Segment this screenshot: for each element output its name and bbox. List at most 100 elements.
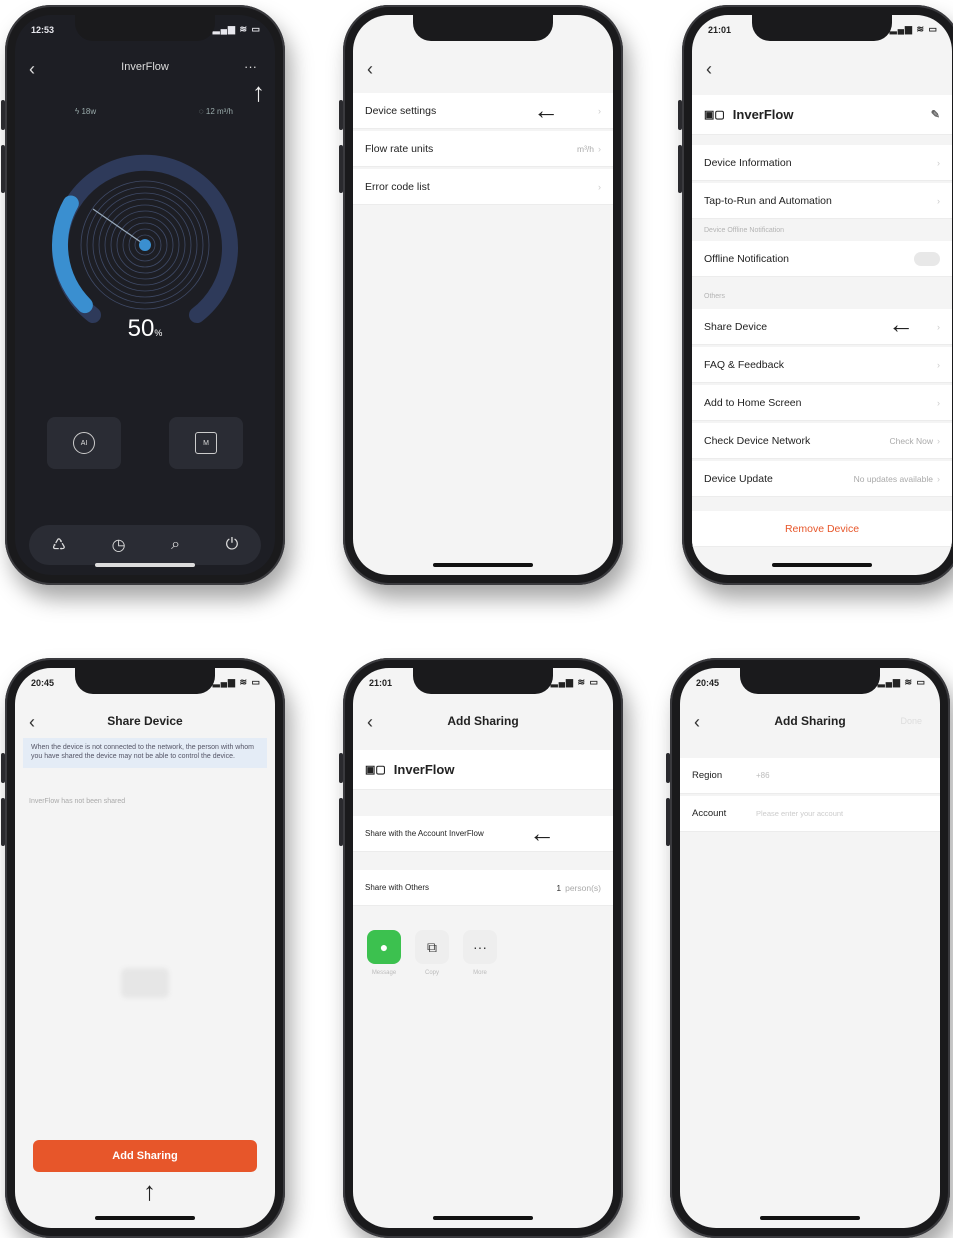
share-others-label: Share with Others bbox=[365, 883, 430, 892]
device-icon: ▣▢ bbox=[704, 109, 725, 121]
section-header: Device Offline Notification bbox=[704, 227, 785, 234]
menu-device-update[interactable]: Device Update No updates available › bbox=[692, 461, 952, 497]
recycle-icon[interactable]: ♺ bbox=[52, 535, 66, 555]
add-sharing-button[interactable]: Add Sharing bbox=[33, 1140, 257, 1172]
left-arrow-icon: ← bbox=[888, 309, 914, 339]
menu-add-home[interactable]: Add to Home Screen › bbox=[692, 385, 952, 421]
home-indicator bbox=[95, 563, 195, 567]
flow-icon: ◌ bbox=[198, 107, 206, 116]
phone-3: 21:01 ▂▄▆ ≋ ▭ ‹ ▣▢ InverFlow ✎ Device Infor… bbox=[678, 5, 953, 585]
gauge-fill bbox=[52, 195, 93, 314]
menu-label: Device Information bbox=[704, 156, 792, 169]
page-title: InverFlow bbox=[121, 61, 169, 73]
share-count: 1 bbox=[556, 882, 562, 893]
status-time: 20:45 bbox=[696, 678, 720, 688]
phone-1: 12:53 ▂▄▆ ≋ ▭ ‹ InverFlow ··· ↑ ϟ 18w ◌ 1… bbox=[1, 5, 285, 585]
menu-value: m³/h bbox=[577, 143, 594, 154]
device-name: InverFlow bbox=[732, 107, 794, 122]
menu-label: Device Update bbox=[704, 472, 773, 485]
power-stat: 18w bbox=[81, 107, 97, 116]
menu-label: Share Device bbox=[704, 320, 768, 333]
menu-label: Error code list bbox=[365, 180, 430, 193]
menu-check-network[interactable]: Check Device Network Check Now › bbox=[692, 423, 952, 459]
bottom-tab-bar: ♺ ◷ ⌕ ⏻ bbox=[29, 525, 261, 565]
message-icon: ● bbox=[367, 930, 401, 964]
status-icons: ▂▄▆ ≋ ▭ bbox=[877, 677, 926, 687]
back-button[interactable]: ‹ bbox=[706, 59, 712, 80]
share-option-label: Copy bbox=[424, 970, 439, 976]
menu-device-settings[interactable]: Device settings › bbox=[353, 93, 613, 129]
toggle-switch[interactable] bbox=[914, 251, 940, 266]
remove-device-label: Remove Device bbox=[784, 522, 860, 535]
menu-label: Tap-to-Run and Automation bbox=[704, 194, 832, 207]
share-device-screen: 20:45 ▂▄▆ ≋ ▭ ‹ Share Device When the dev… bbox=[15, 668, 275, 1228]
chevron-right-icon: › bbox=[937, 321, 940, 332]
chevron-right-icon: › bbox=[937, 397, 940, 408]
device-header[interactable]: ▣▢ InverFlow ✎ bbox=[692, 95, 952, 135]
clock-icon[interactable]: ◷ bbox=[112, 535, 126, 555]
device-name: InverFlow bbox=[393, 762, 455, 777]
manual-mode-button[interactable]: M bbox=[169, 417, 243, 469]
status-time: 20:45 bbox=[31, 678, 55, 688]
share-more[interactable]: ··· More bbox=[463, 930, 497, 976]
home-indicator bbox=[95, 1216, 195, 1220]
status-time: 21:01 bbox=[369, 678, 393, 688]
status-icons: ▂▄▆ ≋ ▭ bbox=[889, 24, 938, 34]
share-message[interactable]: ● Message bbox=[367, 930, 401, 976]
status-icons: ▂▄▆ ≋ ▭ bbox=[550, 677, 599, 687]
ai-mode-icon: AI bbox=[73, 432, 95, 454]
device-icon: ▣▢ bbox=[365, 764, 386, 776]
network-notice: When the device is not connected to the … bbox=[23, 738, 267, 768]
chevron-right-icon: › bbox=[937, 157, 940, 168]
device-menu-screen: 21:01 ▂▄▆ ≋ ▭ ‹ ▣▢ InverFlow ✎ Device Infor… bbox=[692, 15, 952, 575]
menu-tap-to-run[interactable]: Tap-to-Run and Automation › bbox=[692, 183, 952, 219]
percent-unit: % bbox=[154, 328, 163, 338]
menu-device-information[interactable]: Device Information › bbox=[692, 145, 952, 181]
remove-device-button[interactable]: Remove Device bbox=[692, 511, 952, 547]
left-arrow-icon: ← bbox=[529, 818, 555, 848]
phone-5: 21:01 ▂▄▆ ≋ ▭ ‹ Add Sharing ▣▢ InverFlow S… bbox=[339, 658, 623, 1238]
flow-stat: 12 m³/h bbox=[205, 107, 233, 116]
status-icons: ▂▄▆ ≋ ▭ bbox=[212, 24, 261, 34]
menu-label: Flow rate units bbox=[365, 142, 434, 155]
menu-flow-rate-units[interactable]: Flow rate units m³/h › bbox=[353, 131, 613, 167]
menu-value: Check Now bbox=[889, 435, 933, 446]
account-input[interactable]: Please enter your account bbox=[756, 809, 843, 818]
region-row[interactable]: Region +86 bbox=[680, 758, 940, 794]
status-time: 12:53 bbox=[31, 25, 55, 35]
chevron-right-icon: › bbox=[937, 473, 940, 484]
more-button[interactable]: ··· bbox=[244, 59, 257, 74]
page-title: Add Sharing bbox=[447, 714, 519, 728]
menu-value: No updates available bbox=[853, 473, 933, 484]
edit-icon[interactable]: ✎ bbox=[931, 108, 940, 121]
chevron-right-icon: › bbox=[598, 181, 601, 192]
share-account-row[interactable]: Share with the Account InverFlow bbox=[353, 816, 613, 852]
menu-faq[interactable]: FAQ & Feedback › bbox=[692, 347, 952, 383]
chevron-right-icon: › bbox=[937, 359, 940, 370]
menu-error-code-list[interactable]: Error code list › bbox=[353, 169, 613, 205]
status-time: 21:01 bbox=[708, 25, 732, 35]
home-indicator bbox=[433, 1216, 533, 1220]
region-label: Region bbox=[692, 770, 723, 781]
share-option-label: Message bbox=[371, 970, 397, 976]
ai-mode-button[interactable]: AI bbox=[47, 417, 121, 469]
done-button[interactable]: Done bbox=[900, 716, 922, 726]
chevron-right-icon: › bbox=[598, 143, 601, 154]
share-account-label: Share with the Account InverFlow bbox=[365, 829, 484, 838]
share-options: ● Message ⧉ Copy ··· More bbox=[367, 930, 497, 976]
search-icon[interactable]: ⌕ bbox=[171, 536, 180, 554]
home-indicator bbox=[772, 563, 872, 567]
add-sharing-account-screen: 20:45 ▂▄▆ ≋ ▭ ‹ Add Sharing Done Region +8… bbox=[680, 668, 940, 1228]
chevron-right-icon: › bbox=[937, 435, 940, 446]
power-icon[interactable]: ⏻ bbox=[226, 536, 239, 554]
menu-offline-notification[interactable]: Offline Notification bbox=[692, 241, 952, 277]
share-option-label: More bbox=[473, 970, 487, 976]
device-header: ▣▢ InverFlow bbox=[353, 750, 613, 790]
phone-4: 20:45 ▂▄▆ ≋ ▭ ‹ Share Device When the dev… bbox=[1, 658, 285, 1238]
back-button[interactable]: ‹ bbox=[367, 59, 373, 80]
region-value: +86 bbox=[756, 771, 770, 780]
share-copy[interactable]: ⧉ Copy bbox=[415, 930, 449, 976]
status-icons: ▂▄▆ ≋ ▭ bbox=[212, 677, 261, 687]
phone-6: 20:45 ▂▄▆ ≋ ▭ ‹ Add Sharing Done Region +8… bbox=[666, 658, 950, 1238]
share-others-row[interactable]: Share with Others 1 person(s) bbox=[353, 870, 613, 906]
